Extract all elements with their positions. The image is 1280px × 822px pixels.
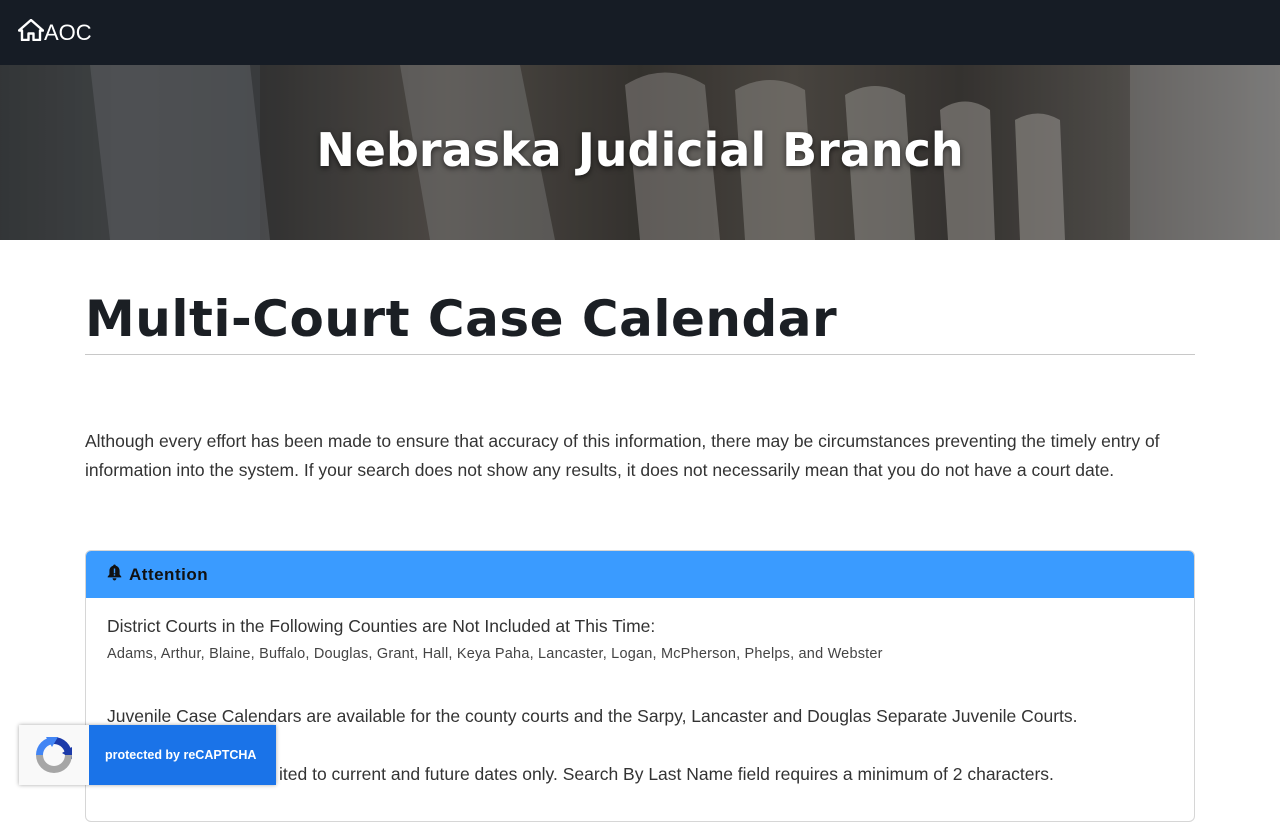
attention-header: Attention xyxy=(86,551,1194,598)
page-title: Multi-Court Case Calendar xyxy=(85,290,838,348)
bell-icon xyxy=(107,564,129,586)
disclaimer-text: Although every effort has been made to e… xyxy=(85,431,1160,480)
attention-title: Attention xyxy=(129,564,209,584)
title-divider xyxy=(85,354,1195,355)
excluded-counties-list: Adams, Arthur, Blaine, Buffalo, Douglas,… xyxy=(107,646,883,662)
search-limit-note: ited to current and future dates only. S… xyxy=(279,764,1054,784)
home-link[interactable]: AOC xyxy=(17,18,92,47)
juvenile-calendar-note: Juvenile Case Calendars are available fo… xyxy=(107,706,1078,726)
home-icon xyxy=(17,18,45,47)
excluded-counties-heading: District Courts in the Following Countie… xyxy=(107,616,656,636)
top-navbar: AOC xyxy=(0,0,1280,65)
recaptcha-label: protected by reCAPTCHA xyxy=(89,725,276,785)
hero-title: Nebraska Judicial Branch xyxy=(316,123,964,177)
recaptcha-logo-icon xyxy=(19,725,89,785)
hero-banner: Nebraska Judicial Branch xyxy=(0,65,1280,240)
recaptcha-badge[interactable]: protected by reCAPTCHA xyxy=(19,725,276,785)
brand-label: AOC xyxy=(44,20,92,45)
